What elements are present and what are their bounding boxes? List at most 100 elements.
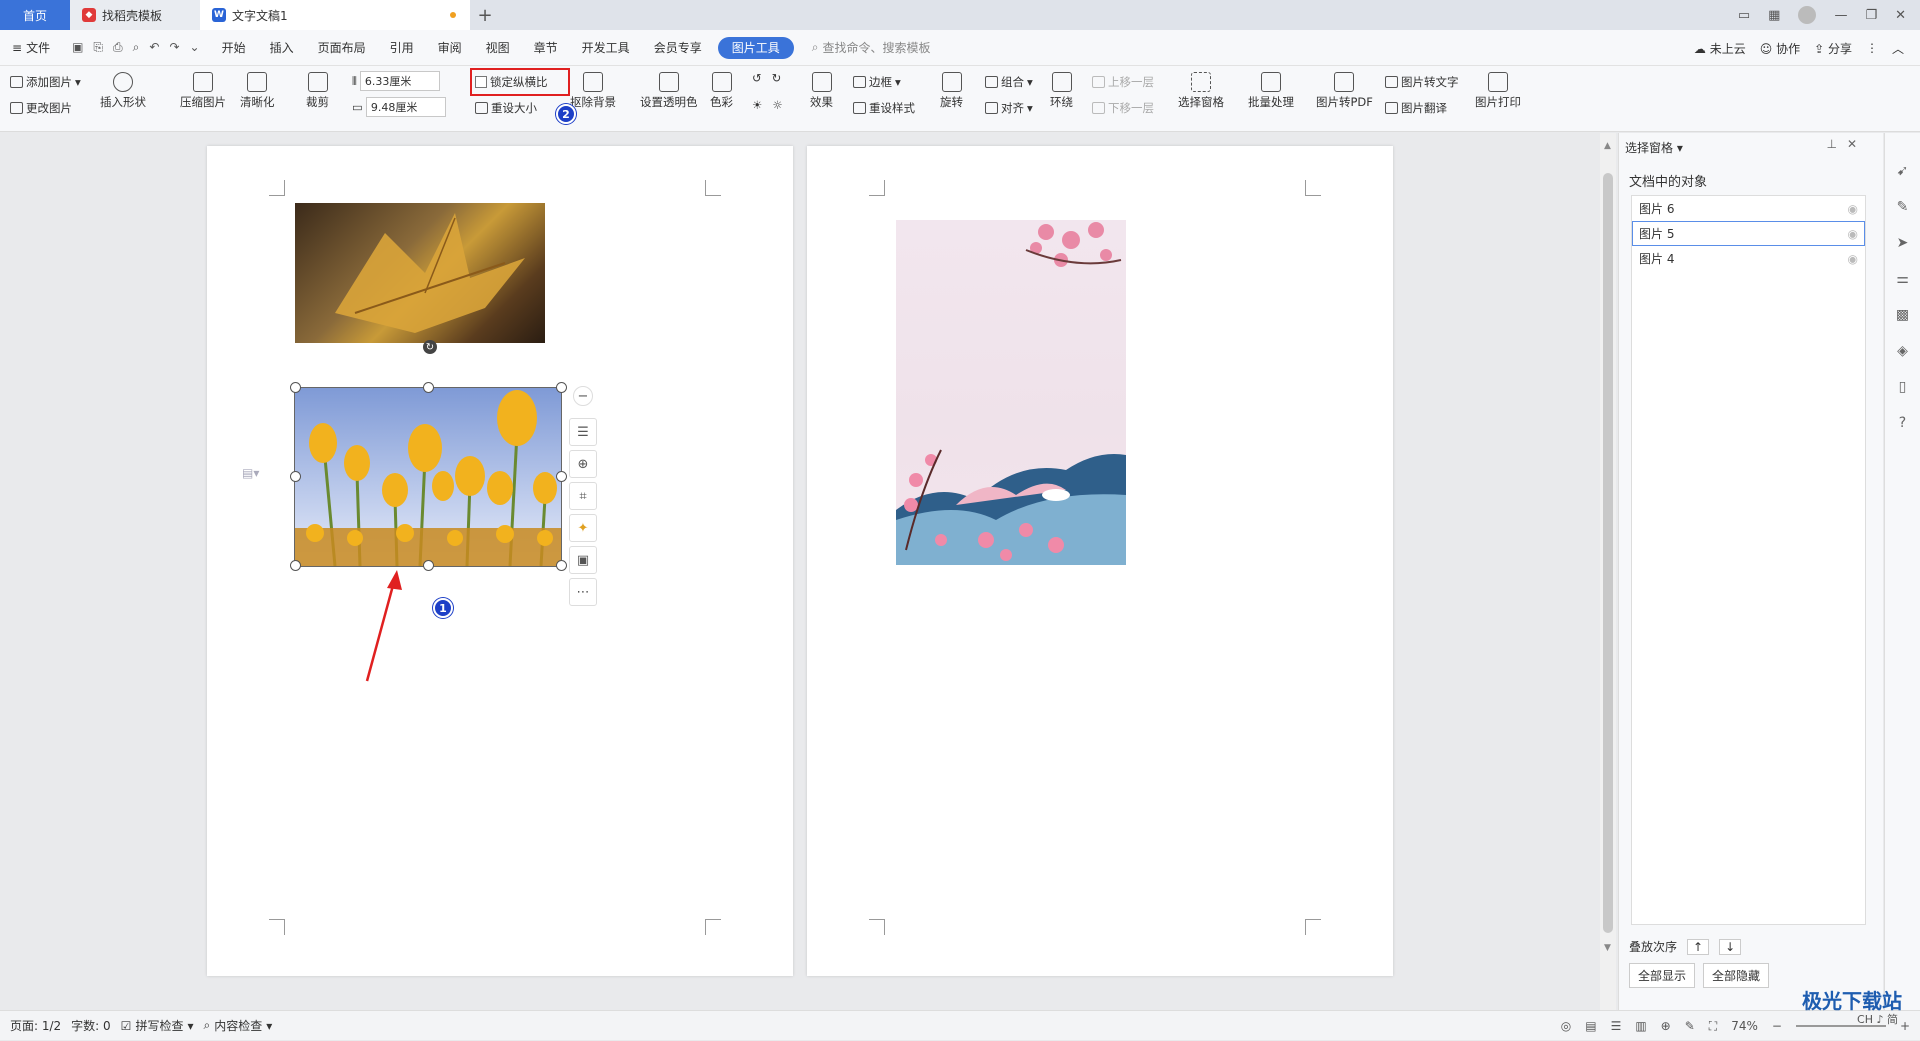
collapse-toolbar-icon[interactable]: −: [573, 386, 593, 406]
wrap-button[interactable]: 环绕: [1050, 72, 1073, 110]
tab-home[interactable]: 首页: [0, 0, 70, 30]
group-button[interactable]: 组合 ▾: [985, 74, 1033, 90]
sharpen-button[interactable]: 清晰化: [240, 72, 275, 110]
selection-pane-button[interactable]: 选择窗格: [1178, 72, 1224, 110]
export-pdf-icon[interactable]: ⎘: [93, 40, 103, 55]
crop-button[interactable]: 裁剪: [306, 72, 329, 110]
more-icon[interactable]: ⋮: [1866, 41, 1878, 55]
bring-forward-button[interactable]: 上移一层: [1092, 74, 1154, 90]
resize-handle[interactable]: [290, 471, 301, 482]
layout-icon[interactable]: ▭: [1738, 8, 1750, 23]
rotate-left-icon[interactable]: ↺: [752, 71, 762, 85]
object-item[interactable]: 图片 6 ◉: [1632, 196, 1865, 221]
tab-template[interactable]: ◆ 找稻壳模板: [70, 0, 200, 30]
picture-print-button[interactable]: 图片打印: [1475, 72, 1521, 110]
eye-icon[interactable]: ◉: [1848, 252, 1858, 266]
image-tools-icon[interactable]: ▣: [569, 546, 597, 574]
rotate-button[interactable]: 旋转: [940, 72, 963, 110]
object-item-selected[interactable]: 图片 5 ◉: [1632, 221, 1865, 246]
hide-all-button[interactable]: 全部隐藏: [1703, 963, 1770, 988]
leaf-picture[interactable]: [295, 203, 545, 343]
border-button[interactable]: 边框 ▾: [853, 74, 901, 90]
object-item[interactable]: 图片 4 ◉: [1632, 246, 1865, 271]
menu-section[interactable]: 章节: [522, 30, 570, 66]
brightness-up-icon[interactable]: ☀: [752, 98, 762, 112]
help-icon[interactable]: ?: [1899, 415, 1906, 431]
scroll-up-icon[interactable]: ▲: [1604, 141, 1611, 151]
menu-start[interactable]: 开始: [210, 30, 258, 66]
rotate-handle-icon[interactable]: ↻: [423, 340, 437, 354]
menu-view[interactable]: 视图: [474, 30, 522, 66]
page-view-icon[interactable]: ▤: [1585, 1019, 1596, 1033]
width-field[interactable]: ⫴ 6.33厘米: [352, 71, 440, 91]
pen-icon[interactable]: ✎: [1897, 199, 1909, 215]
content-check-button[interactable]: ⌕ 内容检查 ▾: [203, 1017, 272, 1034]
show-all-button[interactable]: 全部显示: [1629, 963, 1696, 988]
compass-icon[interactable]: ◈: [1897, 343, 1908, 359]
cloud-button[interactable]: ☁ 未上云: [1694, 40, 1746, 57]
book-icon[interactable]: ▯: [1899, 379, 1907, 395]
eye-protect-icon[interactable]: ◎: [1561, 1019, 1571, 1033]
command-search[interactable]: ⌕ 查找命令、搜索模板: [812, 39, 931, 56]
sliders-icon[interactable]: ⚌: [1896, 271, 1909, 287]
menu-picture-tools[interactable]: 图片工具: [717, 36, 794, 59]
menu-insert[interactable]: 插入: [258, 30, 306, 66]
resize-handle[interactable]: [423, 560, 434, 571]
word-count[interactable]: 字数: 0: [71, 1017, 111, 1034]
brightness-down-icon[interactable]: ☼: [772, 98, 782, 112]
collapse-ribbon-icon[interactable]: ︿: [1892, 40, 1904, 57]
image-icon[interactable]: ▩: [1896, 307, 1909, 323]
resize-handle[interactable]: [556, 382, 567, 393]
eye-icon[interactable]: ◉: [1848, 227, 1858, 241]
web-view-icon[interactable]: ⊕: [1661, 1019, 1671, 1033]
minimize-icon[interactable]: —: [1834, 8, 1847, 23]
menu-developer[interactable]: 开发工具: [570, 30, 642, 66]
set-transparent-button[interactable]: 设置透明色: [640, 72, 698, 110]
zoom-level[interactable]: 74%: [1731, 1019, 1758, 1033]
resize-handle[interactable]: [423, 382, 434, 393]
redo-icon[interactable]: ↷: [169, 40, 179, 55]
menu-reference[interactable]: 引用: [378, 30, 426, 66]
zoom-in-icon[interactable]: ⊕: [569, 450, 597, 478]
remove-bg-button[interactable]: 抠除背景: [570, 72, 616, 110]
page-count[interactable]: 页面: 1/2: [10, 1017, 61, 1034]
layout-options-icon[interactable]: ☰: [569, 418, 597, 446]
crop-quick-icon[interactable]: ⌗: [569, 482, 597, 510]
color-button[interactable]: 色彩: [710, 72, 733, 110]
pointer-icon[interactable]: ➤: [1897, 235, 1909, 251]
write-view-icon[interactable]: ✎: [1685, 1019, 1695, 1033]
rotate-right-icon[interactable]: ↻: [772, 71, 782, 85]
reset-style-button[interactable]: 重设样式: [853, 100, 915, 116]
more-options-icon[interactable]: ⋯: [569, 578, 597, 606]
spell-check-button[interactable]: ☑ 拼写检查 ▾: [121, 1017, 194, 1034]
width-input[interactable]: 6.33厘米: [359, 71, 440, 91]
pin-icon[interactable]: ⊥: [1827, 137, 1837, 151]
batch-button[interactable]: 批量处理: [1248, 72, 1294, 110]
move-down-icon[interactable]: ↓: [1719, 938, 1742, 955]
reset-size-button[interactable]: 重设大小: [475, 100, 537, 116]
paragraph-layout-icon[interactable]: ▤▾: [242, 466, 259, 480]
tab-document[interactable]: W 文字文稿1: [200, 0, 470, 30]
avatar[interactable]: [1798, 6, 1817, 24]
rocket-icon[interactable]: ➹: [1897, 163, 1909, 179]
align-button[interactable]: 对齐 ▾: [985, 100, 1033, 116]
chevron-down-icon[interactable]: ⌄: [190, 40, 200, 55]
collab-button[interactable]: ☺ 协作: [1760, 40, 1800, 57]
idea-icon[interactable]: ✦: [569, 514, 597, 542]
translate-button[interactable]: 图片翻译: [1385, 100, 1447, 116]
print-icon[interactable]: ⎙: [113, 40, 123, 55]
insert-shape-button[interactable]: 插入形状: [100, 72, 146, 110]
scroll-down-icon[interactable]: ▼: [1604, 943, 1611, 953]
height-input[interactable]: 9.48厘米: [365, 97, 446, 117]
change-picture-button[interactable]: 更改图片: [10, 100, 72, 116]
resize-handle[interactable]: [290, 382, 301, 393]
outline-view-icon[interactable]: ☰: [1611, 1019, 1622, 1033]
menu-review[interactable]: 审阅: [426, 30, 474, 66]
height-field[interactable]: ▭ 9.48厘米: [352, 97, 446, 117]
grid-icon[interactable]: ▦: [1768, 8, 1780, 23]
effect-button[interactable]: 效果: [810, 72, 833, 110]
zoom-in-icon[interactable]: +: [1900, 1019, 1910, 1033]
save-icon[interactable]: ▣: [72, 40, 83, 55]
vertical-scrollbar[interactable]: ▲ ▼: [1600, 133, 1616, 1010]
send-backward-button[interactable]: 下移一层: [1092, 100, 1154, 116]
